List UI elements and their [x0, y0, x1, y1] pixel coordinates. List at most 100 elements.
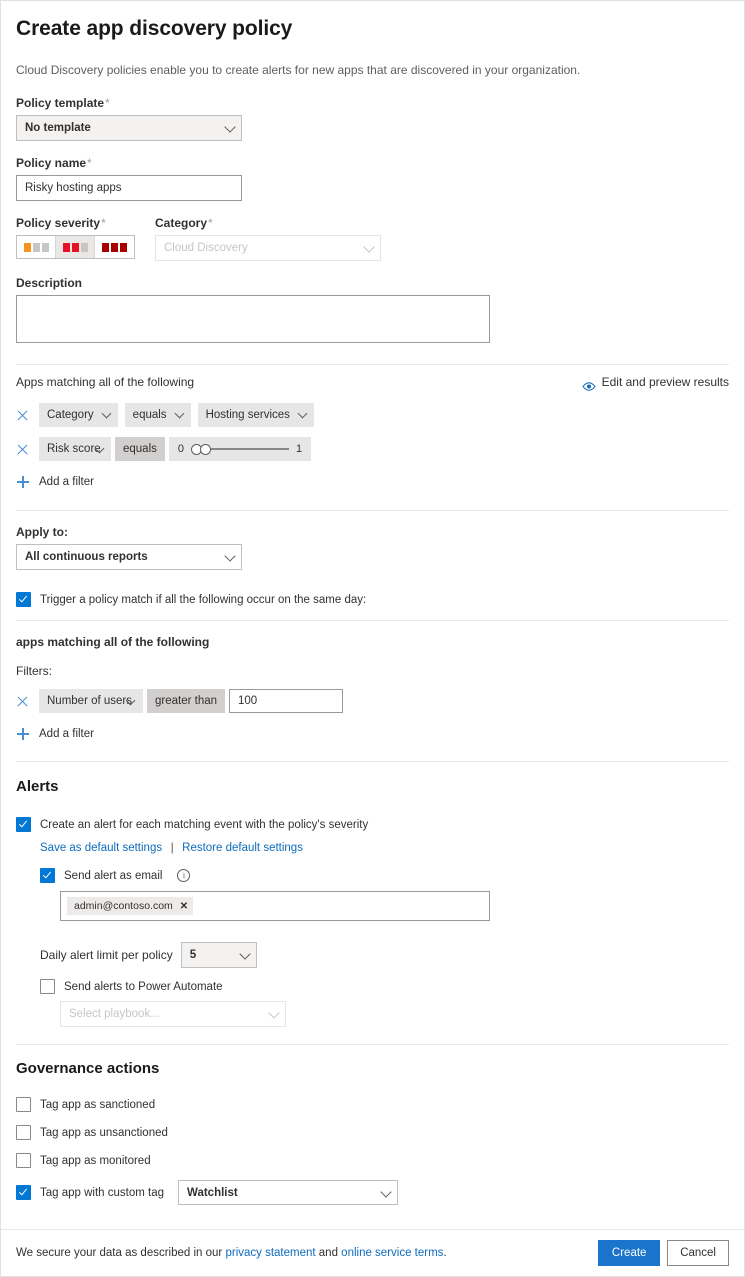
add-filter-button[interactable]: Add a filter: [17, 476, 94, 488]
power-automate-checkbox[interactable]: [40, 979, 55, 994]
severity-option-high[interactable]: [95, 236, 134, 258]
governance-section-title: Governance actions: [16, 1060, 159, 1077]
slider-track[interactable]: [191, 448, 289, 450]
playbook-select: Select playbook...: [60, 1001, 286, 1027]
range-max-label: 1: [296, 443, 302, 455]
tag-unsanctioned-checkbox[interactable]: [16, 1125, 31, 1140]
required-asterisk: *: [87, 156, 92, 170]
page-title: Create app discovery policy: [16, 17, 729, 41]
close-icon[interactable]: ✕: [180, 901, 188, 912]
category-value: Cloud Discovery: [164, 242, 248, 254]
trigger-filter-operator-value: greater than: [155, 695, 217, 707]
trigger-filter-value-input[interactable]: 100: [229, 689, 343, 713]
filter-operator-value: equals: [123, 443, 157, 455]
governance-action-row[interactable]: Tag app as unsanctioned: [16, 1125, 729, 1140]
filter-value-select[interactable]: Hosting services: [198, 403, 314, 427]
tag-sanctioned-checkbox[interactable]: [16, 1097, 31, 1112]
daily-alert-limit-select[interactable]: 5: [181, 942, 257, 968]
governance-action-row[interactable]: Tag app as monitored: [16, 1153, 729, 1168]
divider: [16, 364, 729, 365]
divider: [16, 1044, 729, 1045]
remove-filter-icon[interactable]: [16, 443, 29, 456]
severity-block-empty: [33, 243, 40, 252]
send-alert-email-checkbox[interactable]: [40, 868, 55, 883]
tag-custom-checkbox[interactable]: [16, 1185, 31, 1200]
severity-block-filled: [120, 243, 127, 252]
cancel-button[interactable]: Cancel: [667, 1240, 729, 1266]
filter-value-text: Hosting services: [206, 409, 290, 421]
daily-alert-limit-value: 5: [190, 949, 196, 961]
required-asterisk: *: [101, 216, 106, 230]
power-automate-label: Send alerts to Power Automate: [64, 981, 223, 993]
risk-score-range-slider[interactable]: 0 1: [169, 437, 311, 461]
edit-preview-results-link[interactable]: Edit and preview results: [582, 375, 729, 389]
chevron-down-icon: [224, 121, 235, 132]
info-icon[interactable]: i: [177, 869, 190, 882]
tag-monitored-checkbox[interactable]: [16, 1153, 31, 1168]
filter-operator-select[interactable]: equals: [125, 403, 191, 427]
trigger-filter-field-select[interactable]: Number of users: [39, 689, 143, 713]
create-alert-row[interactable]: Create an alert for each matching event …: [16, 817, 729, 832]
remove-filter-icon[interactable]: [16, 409, 29, 422]
trigger-policy-match-row[interactable]: Trigger a policy match if all the follow…: [16, 592, 729, 607]
severity-block-filled: [24, 243, 31, 252]
policy-name-value: Risky hosting apps: [25, 182, 122, 194]
slider-knob-max[interactable]: [200, 444, 211, 455]
description-textarea[interactable]: [16, 295, 490, 343]
severity-block-filled: [63, 243, 70, 252]
trigger-policy-match-checkbox[interactable]: [16, 592, 31, 607]
remove-filter-icon[interactable]: [16, 695, 29, 708]
trigger-subheading: apps matching all of the following: [16, 635, 209, 649]
send-alert-email-label: Send alert as email: [64, 870, 162, 882]
power-automate-row[interactable]: Send alerts to Power Automate: [40, 979, 729, 994]
online-service-terms-link[interactable]: online service terms: [341, 1247, 443, 1259]
filter-field-select[interactable]: Category: [39, 403, 118, 427]
add-filter-label: Add a filter: [39, 476, 94, 488]
chevron-down-icon: [239, 948, 250, 959]
send-alert-email-row[interactable]: Send alert as email i: [40, 868, 729, 883]
add-filter-button[interactable]: Add a filter: [17, 728, 94, 740]
tag-custom-label: Tag app with custom tag: [40, 1187, 164, 1199]
description-label: Description: [16, 276, 729, 290]
save-default-settings-link[interactable]: Save as default settings: [40, 842, 162, 854]
severity-option-medium[interactable]: [56, 236, 95, 258]
create-app-discovery-policy-dialog: Create app discovery policy Cloud Discov…: [0, 0, 745, 1277]
email-recipients-input[interactable]: admin@contoso.com ✕: [60, 891, 490, 921]
trigger-filter-value: 100: [238, 695, 257, 707]
custom-tag-select[interactable]: Watchlist: [178, 1180, 398, 1205]
create-alert-checkbox[interactable]: [16, 817, 31, 832]
apps-matching-heading: Apps matching all of the following: [16, 375, 582, 389]
footer-text-middle: and: [316, 1247, 342, 1259]
create-alert-label: Create an alert for each matching event …: [40, 819, 368, 831]
filters-label: Filters:: [16, 664, 52, 678]
severity-option-low[interactable]: [17, 236, 56, 258]
severity-block-filled: [72, 243, 79, 252]
policy-severity-label: Policy severity*: [16, 216, 155, 230]
chevron-down-icon: [268, 1007, 279, 1018]
required-asterisk: *: [208, 216, 213, 230]
alerts-section-title: Alerts: [16, 778, 59, 795]
chevron-down-icon: [101, 408, 111, 418]
add-filter-label: Add a filter: [39, 728, 94, 740]
dialog-footer: We secure your data as described in our …: [1, 1229, 744, 1276]
playbook-placeholder: Select playbook...: [69, 1008, 160, 1020]
divider: [16, 510, 729, 511]
trigger-filter-operator-static: greater than: [147, 689, 225, 713]
footer-text-before: We secure your data as described in our: [16, 1247, 225, 1259]
intro-text: Cloud Discovery policies enable you to c…: [16, 62, 729, 78]
severity-block-empty: [81, 243, 88, 252]
policy-severity-picker[interactable]: [16, 235, 135, 259]
privacy-statement-link[interactable]: privacy statement: [225, 1247, 315, 1259]
policy-template-select[interactable]: No template: [16, 115, 242, 141]
policy-name-input[interactable]: Risky hosting apps: [16, 175, 242, 201]
governance-action-row[interactable]: Tag app with custom tag Watchlist: [16, 1180, 729, 1205]
category-select: Cloud Discovery: [155, 235, 381, 261]
filter-field-select[interactable]: Risk score: [39, 437, 111, 461]
governance-action-row[interactable]: Tag app as sanctioned: [16, 1097, 729, 1112]
apply-to-label: Apply to:: [16, 525, 729, 539]
create-button[interactable]: Create: [598, 1240, 660, 1266]
apply-to-select[interactable]: All continuous reports: [16, 544, 242, 570]
trigger-policy-match-label: Trigger a policy match if all the follow…: [40, 594, 366, 606]
restore-default-settings-link[interactable]: Restore default settings: [182, 842, 303, 854]
plus-icon: [17, 476, 29, 488]
